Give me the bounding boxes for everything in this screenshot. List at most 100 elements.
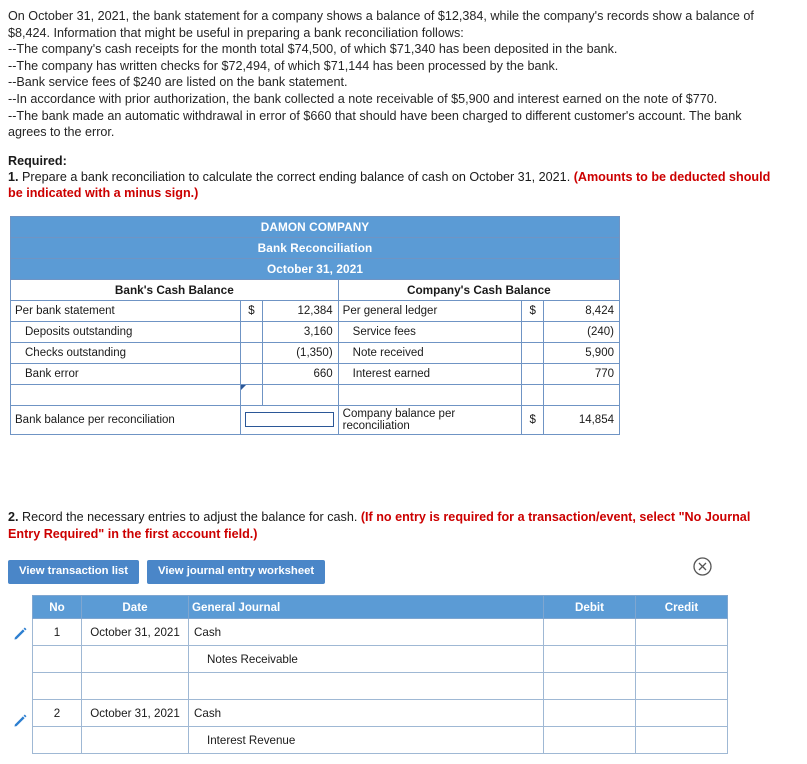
journal-cell-date: [81, 726, 189, 755]
journal-entry-area: No Date General Journal Debit Credit 1 O…: [8, 595, 797, 764]
recon-right-currency: [521, 341, 545, 364]
journal-cell-credit[interactable]: [635, 699, 728, 728]
journal-cell-debit[interactable]: [543, 645, 636, 674]
journal-cell-no: [32, 726, 82, 755]
journal-cell-account[interactable]: [188, 672, 544, 701]
journal-header-row: No Date General Journal Debit Credit: [32, 595, 728, 620]
requirement-1-text: Prepare a bank reconciliation to calcula…: [18, 169, 574, 184]
recon-company-total-amount: 14,854: [543, 404, 620, 435]
recon-left-currency-blank[interactable]: [239, 383, 264, 406]
journal-cell-no: [32, 672, 82, 701]
recon-right-currency: [521, 320, 545, 343]
recon-left-amount: 12,384: [262, 299, 339, 322]
journal-cell-credit[interactable]: [635, 672, 728, 701]
journal-cell-debit[interactable]: [543, 726, 636, 755]
journal-cell-date: [81, 672, 189, 701]
problem-line: $8,424. Information that might be useful…: [8, 25, 464, 40]
requirement-1-note: (Amounts to be deducted should: [573, 169, 771, 184]
journal-header-no: No: [32, 595, 82, 620]
recon-left-currency: [239, 362, 264, 385]
journal-cell-debit[interactable]: [543, 618, 636, 647]
recon-left-currency: $: [239, 299, 264, 322]
recon-bank-header: Bank's Cash Balance: [10, 278, 339, 301]
recon-blank-row: [10, 383, 620, 406]
journal-cell-credit[interactable]: [635, 645, 728, 674]
journal-cell-account[interactable]: Notes Receivable: [188, 645, 544, 674]
requirement-2: 2. Record the necessary entries to adjus…: [8, 509, 797, 542]
journal-edit-column: [8, 595, 32, 764]
journal-cell-debit[interactable]: [543, 699, 636, 728]
journal-cell-credit[interactable]: [635, 618, 728, 647]
view-journal-entry-worksheet-button[interactable]: View journal entry worksheet: [147, 560, 326, 585]
requirement-1-number: 1.: [8, 169, 19, 184]
recon-left-amount: 3,160: [262, 320, 339, 343]
journal-cell-no: 2: [32, 699, 82, 728]
recon-row: Deposits outstanding 3,160 Service fees …: [10, 320, 620, 343]
journal-cell-account[interactable]: Interest Revenue: [188, 726, 544, 755]
recon-title-row-2: Bank Reconciliation: [10, 236, 620, 259]
recon-right-amount: (240): [543, 320, 620, 343]
requirement-2-number: 2.: [8, 509, 19, 524]
recon-left-label: Checks outstanding: [10, 341, 241, 364]
problem-line: agrees to the error.: [8, 125, 115, 140]
recon-right-currency: $: [521, 299, 545, 322]
recon-left-currency: [239, 341, 264, 364]
table-row: 1 October 31, 2021 Cash: [32, 618, 728, 647]
general-journal-table: No Date General Journal Debit Credit 1 O…: [32, 595, 728, 755]
recon-date: October 31, 2021: [10, 257, 620, 280]
recon-company-total-label: Company balance per reconciliation: [337, 404, 523, 435]
requirement-2-note-cont: Entry Required" in the first account fie…: [8, 526, 258, 541]
problem-line: --The company's cash receipts for the mo…: [8, 42, 618, 57]
journal-cell-date: October 31, 2021: [81, 699, 189, 728]
worksheet-toolbar: View transaction list View journal entry…: [8, 557, 797, 585]
journal-cell-credit[interactable]: [635, 726, 728, 755]
table-row: Notes Receivable: [32, 645, 728, 674]
edit-pencil-icon[interactable]: [8, 706, 32, 735]
journal-cell-date: [81, 645, 189, 674]
recon-title-row-3: October 31, 2021: [10, 257, 620, 280]
recon-right-currency: [521, 362, 545, 385]
recon-right-currency-blank: [521, 383, 545, 406]
recon-bank-total-label: Bank balance per reconciliation: [10, 404, 241, 435]
recon-column-headers: Bank's Cash Balance Company's Cash Balan…: [10, 278, 621, 301]
journal-cell-debit[interactable]: [543, 672, 636, 701]
recon-total-row: Bank balance per reconciliation Company …: [10, 404, 620, 435]
edit-pencil-icon[interactable]: [8, 619, 32, 648]
requirement-1-note-cont: be indicated with a minus sign.): [8, 186, 199, 201]
journal-cell-account[interactable]: Cash: [188, 699, 544, 728]
recon-company-header: Company's Cash Balance: [337, 278, 621, 301]
recon-right-label: Interest earned: [337, 362, 523, 385]
requirement-2-note: (If no entry is required for a transacti…: [360, 509, 751, 524]
recon-left-amount-blank[interactable]: [262, 383, 339, 406]
problem-line: --The bank made an automatic withdrawal …: [8, 108, 742, 123]
journal-header-debit: Debit: [543, 595, 636, 620]
cell-marker-icon: [240, 384, 246, 390]
view-transaction-list-button[interactable]: View transaction list: [8, 560, 140, 585]
recon-company-total-currency: $: [521, 404, 545, 435]
recon-right-amount: 8,424: [543, 299, 620, 322]
journal-header-credit: Credit: [635, 595, 728, 620]
recon-right-amount: 5,900: [543, 341, 620, 364]
journal-cell-no: [32, 645, 82, 674]
recon-row: Checks outstanding (1,350) Note received…: [10, 341, 620, 364]
journal-header-date: Date: [81, 595, 189, 620]
recon-row: Per bank statement $ 12,384 Per general …: [10, 299, 620, 322]
journal-cell-no: 1: [32, 618, 82, 647]
recon-company-name: DAMON COMPANY: [10, 215, 620, 238]
journal-cell-date: October 31, 2021: [81, 618, 189, 647]
recon-right-amount-blank: [543, 383, 620, 406]
recon-right-label: Per general ledger: [337, 299, 523, 322]
recon-right-amount: 770: [543, 362, 620, 385]
recon-subtitle: Bank Reconciliation: [10, 236, 620, 259]
bank-reconciliation-table: DAMON COMPANY Bank Reconciliation Octobe…: [10, 215, 621, 435]
journal-cell-account[interactable]: Cash: [188, 618, 544, 647]
recon-left-amount: 660: [262, 362, 339, 385]
requirement-2-text: Record the necessary entries to adjust t…: [18, 509, 361, 524]
table-row: Interest Revenue: [32, 726, 728, 755]
problem-line: On October 31, 2021, the bank statement …: [8, 9, 754, 23]
circle-x-icon[interactable]: [693, 557, 712, 576]
recon-bank-total-input[interactable]: [239, 404, 339, 435]
recon-left-label: Deposits outstanding: [10, 320, 241, 343]
recon-right-label-blank: [337, 383, 523, 406]
recon-left-label: Per bank statement: [10, 299, 241, 322]
